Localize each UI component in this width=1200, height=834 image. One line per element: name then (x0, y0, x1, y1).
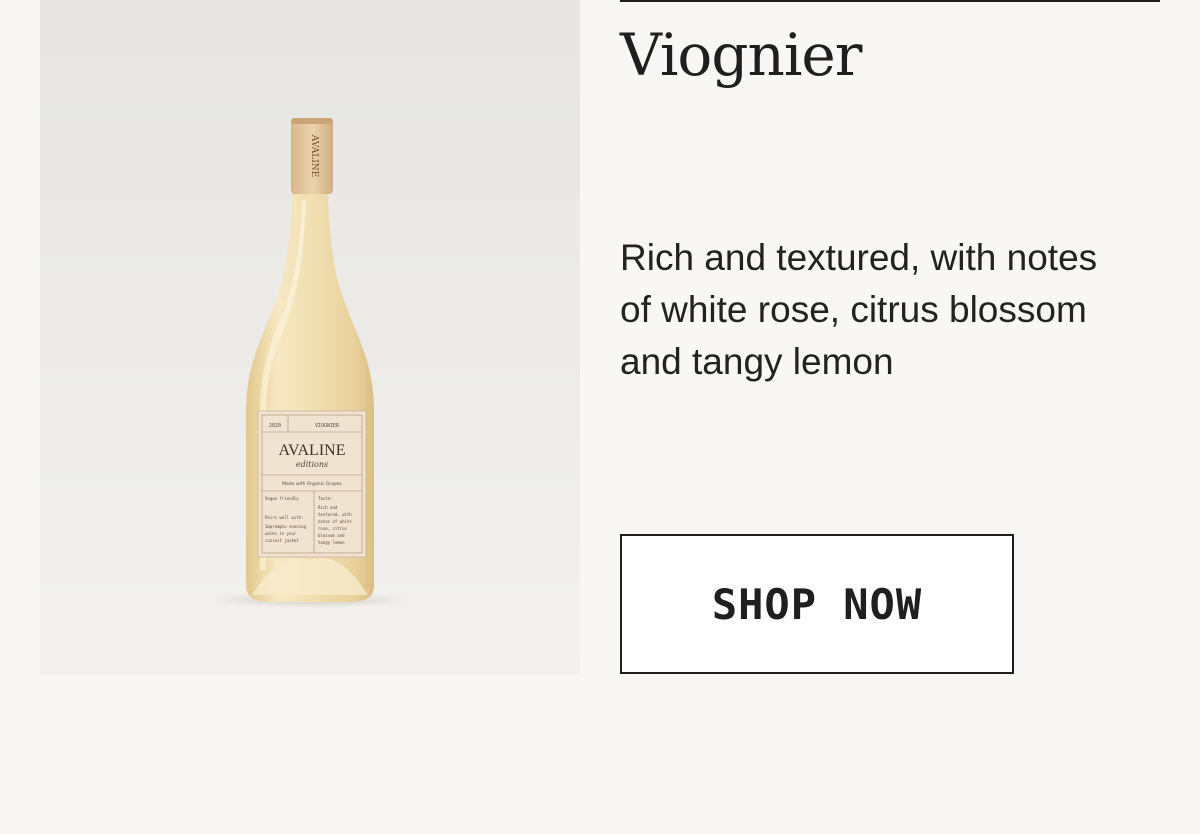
svg-text:editions: editions (296, 460, 328, 469)
product-title: Viognier (620, 21, 862, 89)
svg-text:walks in your: walks in your (265, 531, 297, 536)
top-divider (620, 0, 1160, 2)
svg-text:2020: 2020 (269, 423, 281, 429)
svg-text:notes of white: notes of white (318, 519, 352, 524)
svg-text:coziest jacket: coziest jacket (265, 538, 299, 543)
svg-text:Made with Organic Grapes: Made with Organic Grapes (282, 481, 342, 487)
svg-text:Impromptu evening: Impromptu evening (265, 524, 307, 529)
product-description: Rich and textured, with notes of white r… (620, 237, 1098, 382)
svg-text:Taste:: Taste: (318, 496, 332, 501)
shop-now-button[interactable]: SHOP NOW (620, 534, 1014, 674)
svg-text:AVALINE: AVALINE (279, 442, 346, 459)
svg-text:Pairs well with:: Pairs well with: (265, 515, 304, 520)
svg-text:AVALINE: AVALINE (309, 134, 319, 177)
product-photo: AVALINE 2020 VIOGNIER AVALINE editions M… (40, 0, 580, 674)
bottle-label: 2020 VIOGNIER AVALINE editions Made with… (257, 410, 367, 558)
svg-text:tangy lemon: tangy lemon (318, 540, 345, 545)
svg-text:rose, citrus: rose, citrus (318, 526, 347, 531)
svg-text:Rich and: Rich and (318, 505, 338, 510)
wine-bottle-image: AVALINE 2020 VIOGNIER AVALINE editions M… (210, 118, 410, 608)
svg-text:Vegan friendly: Vegan friendly (265, 496, 299, 501)
svg-text:textured, with: textured, with (318, 512, 352, 517)
svg-text:blossom and: blossom and (318, 533, 345, 538)
svg-text:VIOGNIER: VIOGNIER (315, 423, 340, 429)
